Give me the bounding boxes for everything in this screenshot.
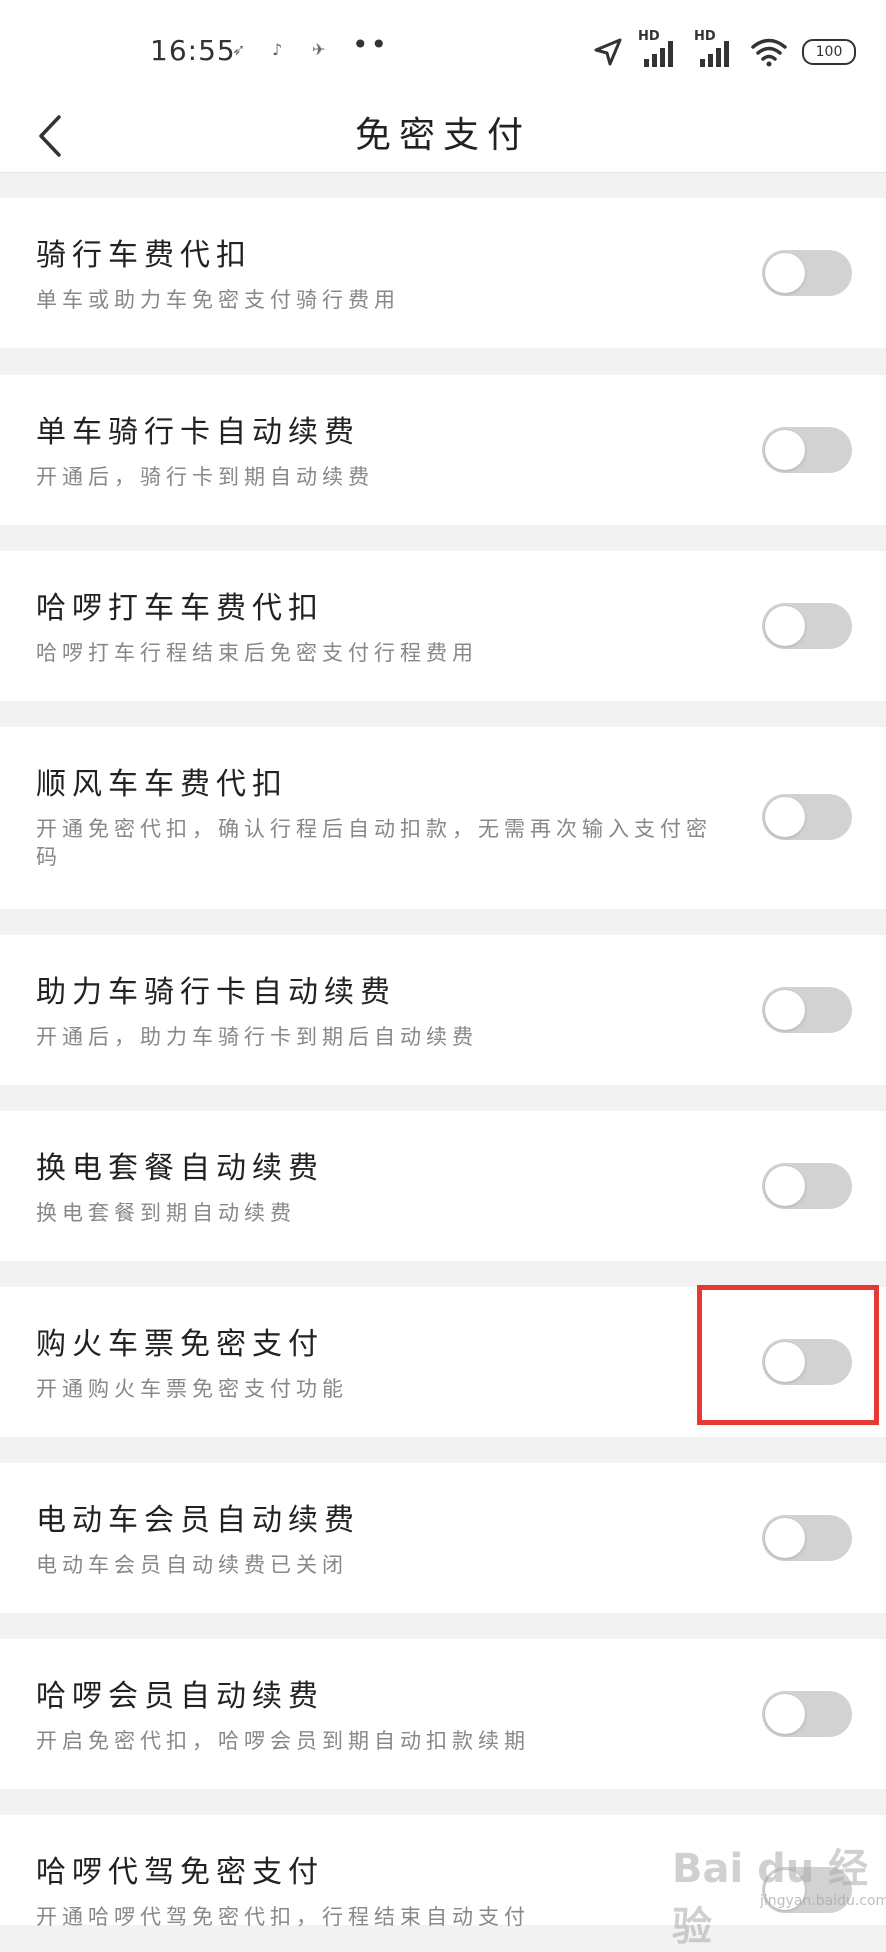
setting-item: 哈啰会员自动续费 开启免密代扣，哈啰会员到期自动扣款续期 [0, 1639, 886, 1789]
setting-description: 单车或助力车免密支付骑行费用 [36, 288, 400, 312]
navigation-icon: ➶ [232, 40, 246, 59]
setting-description: 开通哈啰代驾免密代扣，行程结束自动支付 [36, 1905, 530, 1929]
setting-title: 换电套餐自动续费 [36, 1151, 324, 1186]
setting-title: 单车骑行卡自动续费 [36, 415, 360, 450]
setting-item: 哈啰打车车费代扣 哈啰打车行程结束后免密支付行程费用 [0, 551, 886, 701]
status-time: 16:55 [150, 34, 236, 67]
setting-toggle[interactable] [762, 427, 852, 473]
setting-description: 电动车会员自动续费已关闭 [36, 1553, 348, 1577]
status-right: HD HD 100 [592, 29, 856, 72]
setting-title: 助力车骑行卡自动续费 [36, 975, 396, 1010]
baidu-watermark-url: jingyan.baidu.com [760, 1893, 886, 1909]
setting-item: 换电套餐自动续费 换电套餐到期自动续费 [0, 1111, 886, 1261]
setting-title: 电动车会员自动续费 [36, 1503, 360, 1538]
setting-item: 电动车会员自动续费 电动车会员自动续费已关闭 [0, 1463, 886, 1613]
setting-toggle[interactable] [762, 987, 852, 1033]
setting-title: 哈啰代驾免密支付 [36, 1855, 324, 1890]
setting-description: 开通后，骑行卡到期自动续费 [36, 465, 374, 489]
setting-description: 换电套餐到期自动续费 [36, 1201, 296, 1225]
page-title: 免密支付 [354, 115, 531, 156]
header: 免密支付 [0, 100, 886, 173]
setting-description: 开通购火车票免密支付功能 [36, 1377, 348, 1401]
setting-toggle[interactable] [762, 1515, 852, 1561]
setting-toggle[interactable] [762, 603, 852, 649]
setting-title: 顺风车车费代扣 [36, 767, 288, 802]
setting-item: 顺风车车费代扣 开通免密代扣，确认行程后自动扣款，无需再次输入支付密码 [0, 727, 886, 909]
toggle-knob [765, 1694, 805, 1734]
app-icon: ♪ [272, 40, 283, 59]
setting-description: 哈啰打车行程结束后免密支付行程费用 [36, 641, 478, 665]
toggle-knob [765, 430, 805, 470]
toggle-knob [765, 990, 805, 1030]
setting-toggle[interactable] [762, 250, 852, 296]
setting-title: 哈啰会员自动续费 [36, 1679, 324, 1714]
battery-icon: 100 [802, 39, 856, 65]
highlight-annotation [697, 1285, 879, 1425]
setting-item: 骑行车费代扣 单车或助力车免密支付骑行费用 [0, 198, 886, 348]
setting-toggle[interactable] [762, 1691, 852, 1737]
signal-2-icon: HD [694, 29, 736, 69]
setting-title: 哈啰打车车费代扣 [36, 591, 324, 626]
setting-title: 购火车票免密支付 [36, 1327, 324, 1362]
toggle-knob [765, 253, 805, 293]
toggle-knob [765, 797, 805, 837]
toggle-knob [765, 1166, 805, 1206]
location-icon [594, 38, 622, 66]
more-notifications-icon: •• [352, 28, 390, 61]
toggle-knob [765, 1518, 805, 1558]
wifi-icon [751, 38, 787, 67]
signal-1-icon: HD [638, 29, 680, 69]
setting-description: 开通后，助力车骑行卡到期后自动续费 [36, 1025, 478, 1049]
bird-icon: ✈ [312, 40, 326, 59]
setting-description: 开启免密代扣，哈啰会员到期自动扣款续期 [36, 1729, 530, 1753]
status-bar: 16:55 ➶ ♪ ✈ •• HD HD 100 [0, 0, 886, 100]
setting-toggle[interactable] [762, 1163, 852, 1209]
setting-item: 单车骑行卡自动续费 开通后，骑行卡到期自动续费 [0, 375, 886, 525]
setting-toggle[interactable] [762, 794, 852, 840]
toggle-knob [765, 606, 805, 646]
setting-title: 骑行车费代扣 [36, 238, 252, 273]
setting-description: 开通免密代扣，确认行程后自动扣款，无需再次输入支付密码 [36, 817, 712, 869]
setting-item: 助力车骑行卡自动续费 开通后，助力车骑行卡到期后自动续费 [0, 935, 886, 1085]
